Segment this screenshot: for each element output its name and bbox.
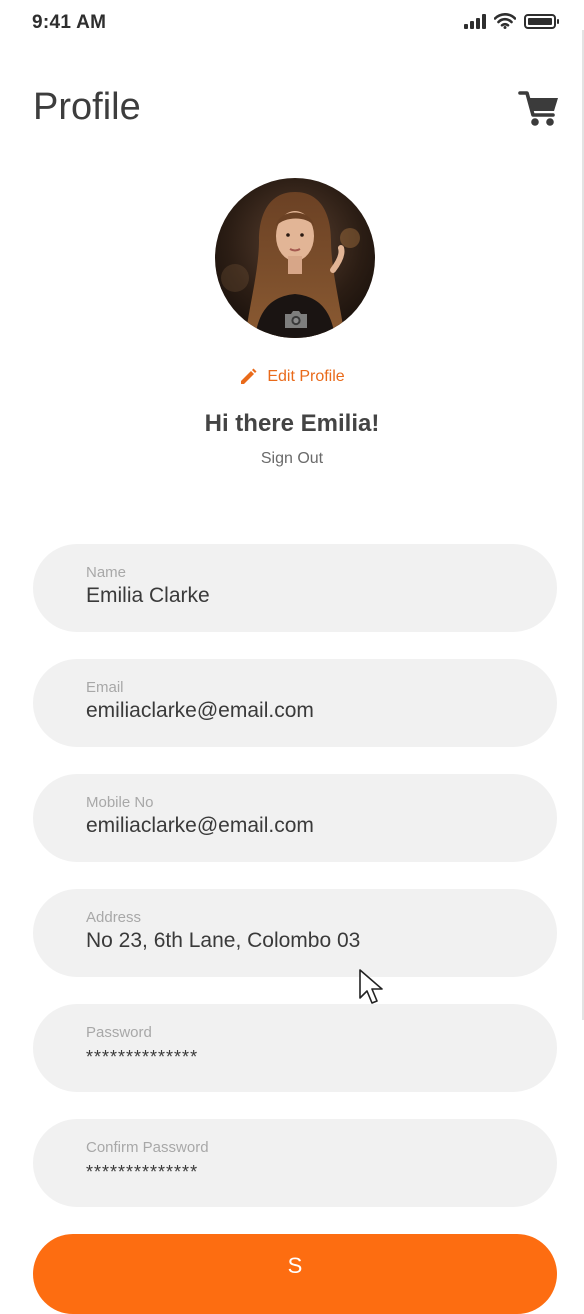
password-input[interactable]: **************: [86, 1047, 506, 1068]
status-bar: 9:41 AM: [0, 0, 584, 50]
confirm-password-label: Confirm Password: [86, 1139, 209, 1156]
name-label: Name: [86, 564, 127, 581]
wifi-icon: [494, 13, 516, 29]
address-label: Address: [86, 909, 142, 926]
mobile-input[interactable]: emiliaclarke@email.com: [86, 814, 506, 838]
greeting: Hi there Emilia!: [204, 410, 380, 437]
status-icons: [464, 13, 559, 29]
cart-button[interactable]: [518, 89, 560, 129]
confirm-password-input[interactable]: **************: [86, 1162, 506, 1183]
sign-out-link[interactable]: Sign Out: [0, 450, 584, 468]
password-label: Password: [86, 1024, 152, 1041]
name-input[interactable]: Emilia Clarke: [86, 584, 506, 608]
pencil-icon: [241, 368, 257, 384]
email-label: Email: [86, 679, 124, 696]
edit-profile-label: Edit Profile: [267, 368, 345, 385]
address-input[interactable]: No 23, 6th Lane, Colombo 03: [86, 929, 506, 953]
camera-icon[interactable]: [283, 308, 309, 330]
page-title: Profile: [33, 86, 141, 128]
battery-icon: [524, 13, 559, 29]
name-field[interactable]: Name Emilia Clarke: [33, 544, 557, 632]
shopping-cart-icon: [518, 91, 558, 126]
email-field[interactable]: Email emiliaclarke@email.com: [33, 659, 557, 747]
email-input[interactable]: emiliaclarke@email.com: [86, 699, 506, 723]
mobile-field[interactable]: Mobile No emiliaclarke@email.com: [33, 774, 557, 862]
password-field[interactable]: Password **************: [33, 1004, 557, 1092]
mobile-label: Mobile No: [86, 794, 154, 811]
cellular-signal-icon: [464, 13, 486, 29]
mouse-pointer-icon: [359, 969, 383, 1004]
save-button[interactable]: S: [33, 1234, 557, 1314]
edit-profile-link[interactable]: Edit Profile: [0, 368, 584, 386]
status-time: 9:41 AM: [32, 12, 107, 33]
address-field[interactable]: Address No 23, 6th Lane, Colombo 03: [33, 889, 557, 977]
confirm-password-field[interactable]: Confirm Password **************: [33, 1119, 557, 1207]
